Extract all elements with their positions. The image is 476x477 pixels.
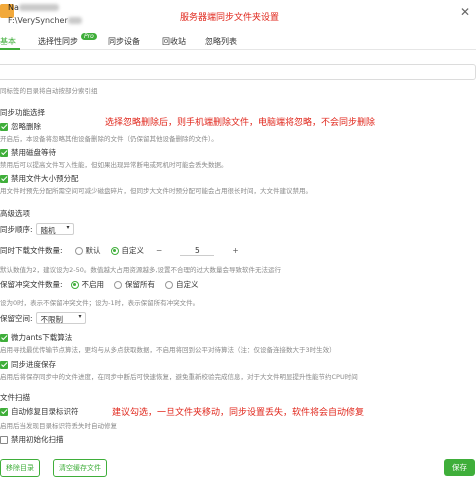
save-button[interactable]: 保存: [444, 459, 475, 476]
sync-order-row: 同步顺序: 随机 ▾: [0, 223, 74, 235]
folder-name: Na: [8, 3, 59, 12]
concurrent-label: 同时下载文件数量:: [0, 246, 63, 255]
chevron-down-icon: ▾: [78, 313, 82, 320]
blurred-text: [67, 17, 82, 24]
ignore-delete-option[interactable]: 忽略删除: [0, 121, 41, 132]
conflict-all-label: 保留所有: [125, 280, 156, 289]
disable-prealloc-option[interactable]: 禁用文件大小预分配: [0, 173, 79, 184]
conflict-custom-radio[interactable]: [165, 280, 174, 289]
keep-space-value: 不限制: [40, 315, 64, 324]
file-scan-title: 文件扫描: [0, 393, 30, 402]
ignore-delete-label: 忽略删除: [11, 122, 41, 131]
auto-repair-option[interactable]: 自动修复目录标识符: [0, 406, 79, 417]
tab-ignore-list[interactable]: 忽略列表: [205, 36, 237, 47]
concurrent-downloads-row: 同时下载文件数量: 默认 自定义 − 5 +: [0, 245, 239, 256]
tab-basic[interactable]: 基本: [0, 36, 16, 47]
disable-disk-wait-hint: 禁用后可以提高文件写入性能，但如果出现异常断电或死机时可能会丢失数据。: [0, 161, 228, 169]
sync-progress-hint: 启用后将保存同步中的文件进度，在同步中断后可快速恢复，避免重新校验完成信息，对于…: [0, 373, 358, 381]
conflict-none-radio[interactable]: [70, 280, 79, 289]
auto-repair-checkbox[interactable]: [0, 407, 8, 416]
sync-order-value: 随机: [40, 226, 56, 235]
disable-disk-wait-checkbox[interactable]: [0, 148, 8, 157]
folder-path: F:\VerySyncher: [8, 16, 82, 25]
folder-name-text: Na: [8, 3, 19, 12]
conflict-label: 保留冲突文件数量:: [0, 280, 63, 289]
auto-repair-hint: 启用后当发现目录标识符丢失时自动修复: [0, 422, 117, 430]
concurrent-count-input[interactable]: 5: [180, 246, 215, 256]
advanced-title: 高级选项: [0, 209, 30, 218]
sync-order-select[interactable]: 随机 ▾: [35, 223, 74, 235]
conflict-none-label: 不启用: [81, 280, 105, 289]
keep-space-select[interactable]: 不限制 ▾: [35, 312, 86, 324]
sync-progress-label: 同步进度保存: [11, 360, 56, 369]
micro-ants-label: 微力ants下载算法: [11, 333, 73, 342]
sync-progress-option[interactable]: 同步进度保存: [0, 359, 56, 370]
disable-prealloc-hint: 用文件时预先分配所需空间可减少磁盘碎片，但同步大文件时预分配可能会占用很长时间，…: [0, 187, 312, 195]
pro-badge: Pro: [81, 33, 97, 40]
concurrent-custom-radio[interactable]: [110, 246, 119, 255]
auto-repair-annotation: 建议勾选，一旦文件夹移动，同步设置丢失，软件将会自动修复: [112, 408, 365, 418]
tab-bar: 基本 选择性同步 Pro 同步设备 回收站 忽略列表: [0, 32, 476, 50]
sync-progress-checkbox[interactable]: [0, 360, 8, 369]
concurrent-default-label: 默认: [85, 246, 101, 255]
keep-space-label: 保留空间:: [0, 313, 33, 323]
keep-space-row: 保留空间: 不限制 ▾: [0, 312, 86, 324]
sync-order-label: 同步顺序:: [0, 224, 33, 234]
concurrent-custom-label: 自定义: [121, 246, 145, 255]
conflict-files-row: 保留冲突文件数量: 不启用 保留所有 自定义: [0, 279, 199, 290]
remove-directory-button[interactable]: 移除目录: [0, 459, 40, 477]
micro-ants-hint: 启用寻找最优传输节点算法，更均与从多点获取数据，不启用将回到公平对待算法（注：仅…: [0, 346, 336, 354]
disable-prealloc-label: 禁用文件大小预分配: [11, 174, 79, 183]
ignore-delete-checkbox[interactable]: [0, 122, 8, 131]
auto-repair-label: 自动修复目录标识符: [11, 407, 79, 416]
active-tab-indicator: [0, 48, 20, 50]
sync-options-title: 同步功能选择: [0, 108, 45, 117]
concurrent-default-radio[interactable]: [74, 246, 83, 255]
disable-prealloc-checkbox[interactable]: [0, 174, 8, 183]
close-icon[interactable]: ✕: [460, 5, 470, 19]
micro-ants-checkbox[interactable]: [0, 333, 8, 342]
tab-selective-sync[interactable]: 选择性同步: [38, 36, 78, 47]
increment-button[interactable]: +: [232, 246, 238, 255]
disable-disk-wait-label: 禁用磁盘等待: [11, 148, 56, 157]
disable-init-scan-option[interactable]: 禁用初始化扫描: [0, 434, 64, 445]
conflict-custom-label: 自定义: [176, 280, 199, 289]
tab-selective-sync-label: 选择性同步: [38, 37, 78, 46]
micro-ants-option[interactable]: 微力ants下载算法: [0, 332, 72, 343]
decrement-button[interactable]: −: [156, 246, 162, 255]
tab-recycle-bin[interactable]: 回收站: [162, 36, 186, 47]
ignore-delete-hint: 开启后，本设备将忽略其他设备删除的文件（仍保留其他设备删除的文件）。: [0, 135, 218, 143]
disable-disk-wait-option[interactable]: 禁用磁盘等待: [0, 147, 56, 158]
conflict-hint: 设为0时，表示不保留冲突文件；设为-1时，表示保留所有冲突文件。: [0, 299, 200, 307]
clear-cache-button[interactable]: 清空缓存文件: [53, 459, 107, 477]
concurrent-hint: 默认数值为2，建议设为2-50。数值越大占用资源越多,设置不合理的过大数量会导致…: [0, 266, 281, 274]
ignore-hint: 同标签的目录将自动按部分索引组: [0, 87, 98, 95]
ignore-delete-annotation: 选择忽略删除后，则手机端删除文件，电脑端将忽略，不会同步删除: [105, 118, 376, 128]
conflict-all-radio[interactable]: [114, 280, 123, 289]
disable-init-scan-label: 禁用初始化扫描: [11, 435, 64, 444]
server-annotation: 服务器端同步文件夹设置: [180, 13, 280, 23]
ignore-pattern-input[interactable]: [0, 64, 476, 80]
chevron-down-icon: ▾: [66, 224, 70, 231]
tab-sync-devices[interactable]: 同步设备: [108, 36, 140, 47]
blurred-text: [18, 4, 59, 11]
folder-path-text: F:\VerySyncher: [8, 16, 68, 25]
disable-init-scan-checkbox[interactable]: [0, 435, 8, 444]
